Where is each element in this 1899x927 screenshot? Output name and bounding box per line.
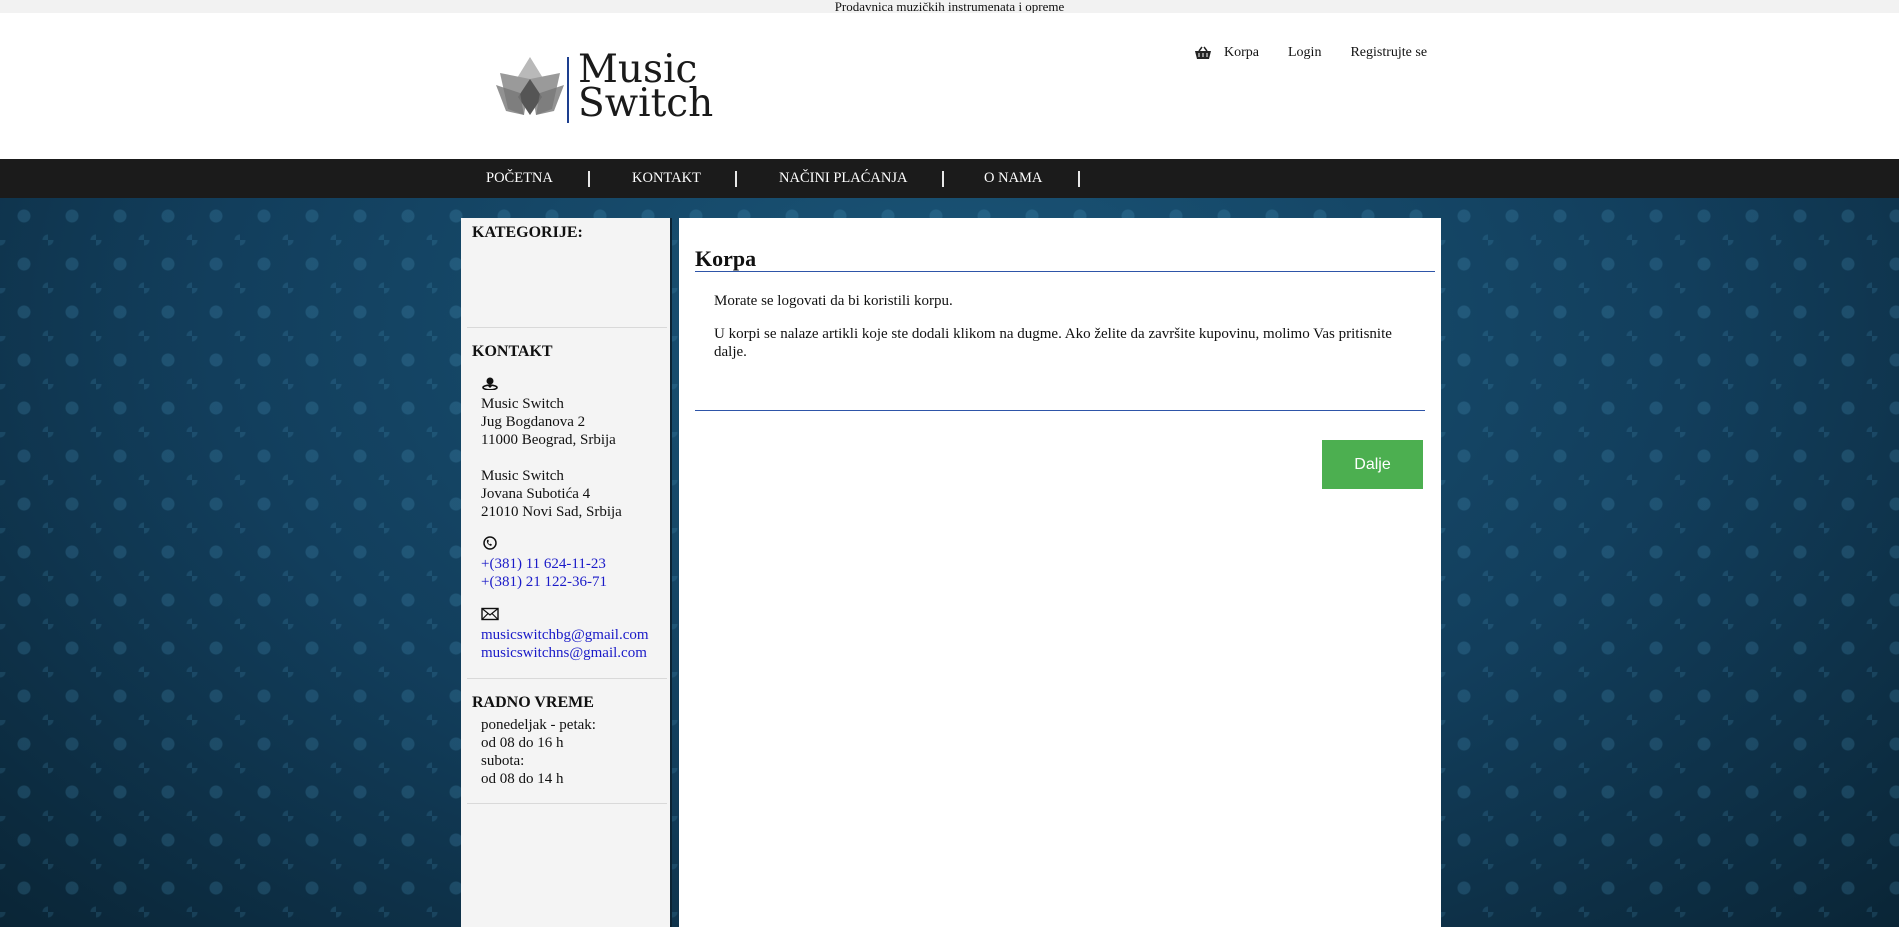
register-link[interactable]: Registrujte se xyxy=(1350,45,1427,61)
nav-item-payment-methods[interactable]: NAČINI PLAĆANJA xyxy=(779,159,908,198)
address-line: Jug Bogdanova 2 xyxy=(481,414,586,430)
nav-item-about[interactable]: O NAMA xyxy=(984,159,1042,198)
sidebar-divider xyxy=(467,327,667,328)
login-required-message: Morate se logovati da bi koristili korpu… xyxy=(714,293,953,309)
email-link[interactable]: musicswitchbg@gmail.com xyxy=(481,626,649,644)
site-header: Music Switch Korpa Login Registrujte se xyxy=(0,13,1899,159)
categories-title: KATEGORIJE: xyxy=(472,224,583,241)
logo-line-2: Switch xyxy=(578,81,714,126)
hours-line: od 08 do 14 h xyxy=(481,771,564,787)
hours-line: ponedeljak - petak: xyxy=(481,717,596,733)
email-link[interactable]: musicswitchns@gmail.com xyxy=(481,644,649,662)
nav-separator xyxy=(588,171,590,187)
hours-line: subota: xyxy=(481,753,525,769)
phone-link[interactable]: +(381) 21 122-36-71 xyxy=(481,573,607,591)
title-underline xyxy=(695,271,1435,272)
nav-item-home[interactable]: POČETNA xyxy=(486,159,553,198)
page-title: Korpa xyxy=(695,246,757,271)
logo-divider xyxy=(567,57,569,123)
email-list: musicswitchbg@gmail.com musicswitchns@gm… xyxy=(481,626,649,662)
logo-lotus-icon xyxy=(496,57,564,115)
main-nav: POČETNA KONTAKT NAČINI PLAĆANJA O NAMA xyxy=(0,159,1899,198)
sidebar-divider xyxy=(467,678,667,679)
working-hours-title: RADNO VREME xyxy=(472,694,594,711)
address-line: 11000 Beograd, Srbija xyxy=(481,432,616,448)
basket-icon xyxy=(1195,46,1211,59)
nav-separator xyxy=(735,171,737,187)
site-logo[interactable]: Music Switch xyxy=(494,50,713,133)
cart-link[interactable]: Korpa xyxy=(1194,45,1259,61)
top-links: Korpa Login Registrujte se xyxy=(1194,43,1427,63)
nav-separator xyxy=(942,171,944,187)
address-line: Jovana Subotića 4 xyxy=(481,486,591,502)
sidebar: KATEGORIJE: KONTAKT Music Switch Jug Bog… xyxy=(461,218,672,927)
phone-icon xyxy=(483,536,497,550)
content-divider xyxy=(695,410,1425,411)
top-tagline: Prodavnica muzičkih instrumenata i oprem… xyxy=(0,0,1899,13)
cart-info-message: U korpi se nalaze artikli koje ste dodal… xyxy=(714,326,1392,360)
login-link[interactable]: Login xyxy=(1288,45,1321,61)
person-location-icon xyxy=(482,377,498,390)
working-hours: ponedeljak - petak: od 08 do 16 h subota… xyxy=(481,716,596,788)
hours-line: od 08 do 16 h xyxy=(481,735,564,751)
cart-link-label: Korpa xyxy=(1224,45,1259,60)
address-line: Music Switch xyxy=(481,468,564,484)
phone-link[interactable]: +(381) 11 624-11-23 xyxy=(481,555,607,573)
sidebar-divider xyxy=(467,803,667,804)
address-line: Music Switch xyxy=(481,396,564,412)
nav-separator xyxy=(1078,171,1080,187)
nav-item-contact[interactable]: KONTAKT xyxy=(632,159,701,198)
main-content: Korpa Morate se logovati da bi koristili… xyxy=(679,218,1441,927)
address-block-belgrade: Music Switch Jug Bogdanova 2 11000 Beogr… xyxy=(481,395,616,449)
phone-list: +(381) 11 624-11-23 +(381) 21 122-36-71 xyxy=(481,555,607,591)
contact-title: KONTAKT xyxy=(472,343,553,360)
address-block-novi-sad: Music Switch Jovana Subotića 4 21010 Nov… xyxy=(481,467,622,521)
logo-wordmark: Music Switch xyxy=(578,50,714,126)
address-line: 21010 Novi Sad, Srbija xyxy=(481,504,622,520)
next-button[interactable]: Dalje xyxy=(1322,440,1423,489)
envelope-icon xyxy=(481,607,499,621)
